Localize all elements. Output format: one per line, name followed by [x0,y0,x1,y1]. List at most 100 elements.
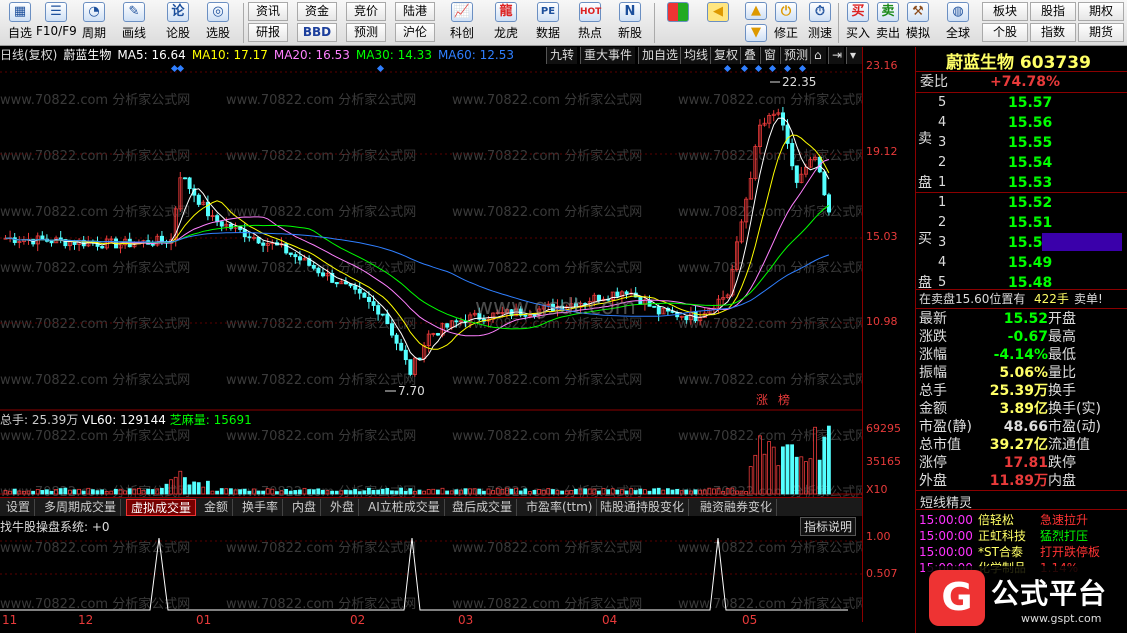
ma10-label: MA10: 17.17 [191,48,268,62]
tab-outer[interactable]: 外盘 [326,499,360,516]
options-button[interactable]: 期权 [1078,2,1124,21]
back-button[interactable]: ◀ [700,2,736,44]
hk-connect-button[interactable]: 陆港 [395,2,435,21]
ask-row[interactable]: 3 15.55 [916,134,1124,152]
stat-label: 最新 [919,311,947,327]
stat-right-label: 跌停 [1048,455,1076,471]
tab-nine-turn[interactable]: 九转 [546,47,578,64]
stock-button[interactable]: 个股 [982,23,1028,42]
candle-body [297,256,302,261]
news-button[interactable]: 资讯 [248,2,288,21]
event-diamond[interactable] [768,64,777,73]
tab-settings[interactable]: 设置 [2,499,36,516]
ask-row[interactable]: 4 15.56 [916,114,1124,132]
tab-after-hours-volume[interactable]: 盘后成交量 [448,499,518,516]
volume-bar [187,484,192,495]
hot-topics-button[interactable]: HOT 热点 [570,2,610,44]
stock-picker-button[interactable]: ◎ 选股 [200,2,236,44]
index-futures-button[interactable]: 股指 [1030,2,1076,21]
volume-bar [146,488,151,495]
index-button[interactable]: 指数 [1030,23,1076,42]
ask-row[interactable]: 5 15.57 [916,94,1124,112]
bid-price: 15.51 [1008,215,1053,231]
stat-row: 外盘 11.89万 内盘 [916,472,1124,490]
auction-button[interactable]: 竞价 [346,2,386,21]
ask-row[interactable]: 1 15.53 [916,174,1124,192]
fix-button[interactable]: ⏻ 修正 [768,2,804,44]
ask-row[interactable]: 2 15.54 [916,154,1124,172]
new-stock-button[interactable]: N 新股 [610,2,650,44]
forum-button[interactable]: 论论股 [160,2,196,44]
draw-line-button[interactable]: ✎ 画线 [116,2,152,44]
capital-button[interactable]: 资金 [297,2,337,21]
speed-test-button[interactable]: ⏱ 测速 [802,2,838,44]
global-button[interactable]: ◍ 全球 [938,2,978,44]
volume-bar [242,488,247,495]
tab-hk-holding[interactable]: 陆股通持股变化 [596,499,690,516]
stat-label: 振幅 [919,365,947,381]
candle-body [394,334,399,344]
event-diamond[interactable] [723,64,732,73]
tiles-button[interactable] [660,2,696,44]
event-diamond[interactable] [783,64,792,73]
bid-row[interactable]: 1 15.52 [916,194,1124,212]
volume-bar [348,490,353,495]
dragon-tiger-button[interactable]: 龍龙虎 [486,2,526,44]
tab-turnover[interactable]: 换手率 [238,499,284,516]
tab-ai-volume[interactable]: AI立桩成交量 [364,499,445,516]
document-icon: ☰ [45,2,67,22]
research-button[interactable]: 研报 [248,23,288,42]
bbd-button[interactable]: BBD [297,23,337,42]
event-diamond[interactable] [740,64,749,73]
stat-value: 39.27亿 [989,437,1048,453]
tab-virtual-volume[interactable]: 虚拟成交量 [126,499,197,516]
tab-moving-average[interactable]: 均线 [680,47,712,64]
indicator-help-button[interactable]: 指标说明 [800,517,857,536]
event-diamond[interactable] [754,64,763,73]
event-diamond[interactable] [176,64,185,73]
sh-london-button[interactable]: 沪伦 [395,23,435,42]
volume-bar [58,488,63,495]
forecast-button[interactable]: 预测 [346,23,386,42]
event-diamond[interactable] [798,64,807,73]
lock-icon[interactable]: ⌂ [810,47,826,64]
futures-button[interactable]: 期货 [1078,23,1124,42]
panel-toggle-icon[interactable]: ⇥ [828,47,844,64]
star-market-button[interactable]: 📈 科创 [442,2,482,44]
candle-body [316,267,321,274]
period-button[interactable]: ◔ 周期 [76,2,112,44]
watermark-text: www.70822.com 分析家公式网 [678,260,862,276]
volume-bar [481,490,486,495]
price-axis: 23.16 19.12 15.03 10.98 69295 35165 X10 … [862,47,914,622]
stat-label: 涨跌 [919,329,947,345]
sector-button[interactable]: 板块 [982,2,1028,21]
tab-inner[interactable]: 内盘 [288,499,322,516]
volume-bar [827,425,831,495]
volume-bar [316,488,321,495]
tab-adjust[interactable]: 复权 [710,47,742,64]
tab-add-watchlist[interactable]: 加自选 [638,47,682,64]
volume-bar [63,487,68,495]
tab-major-events[interactable]: 重大事件 [580,47,636,64]
simulate-button[interactable]: ⚒ 模拟 [900,2,936,44]
watchlist-button[interactable]: ▦ 自选 [2,2,38,44]
volume-bar [343,489,348,495]
bid-row[interactable]: 4 15.49 [916,254,1124,272]
f10-button[interactable]: ☰ F10/F9 [36,2,77,44]
dropdown-icon[interactable]: ▾ [846,47,862,64]
event-diamond[interactable] [376,64,385,73]
tab-amount[interactable]: 金额 [200,499,234,516]
volume-bar [606,489,610,495]
tab-pe-ttm[interactable]: 市盈率(ttm) [522,499,598,516]
tab-window[interactable]: 窗 [760,47,780,64]
volume-header: 总手: 25.39万 VL60: 129144 芝麻量: 15691 [0,411,252,428]
tab-forecast[interactable]: 预测 [780,47,812,64]
tab-overlay[interactable]: 叠 [740,47,760,64]
bid-row[interactable]: 2 15.51 [916,214,1124,232]
tab-margin[interactable]: 融资融券变化 [696,499,778,516]
kline-chart[interactable]: www.70822.com 分析家公式网 www.70822.com 分析家公式网… [0,64,862,633]
data-button[interactable]: PE 数据 [528,2,568,44]
tab-multi-period-volume[interactable]: 多周期成交量 [40,499,122,516]
volume-bar [417,489,422,495]
volume-bar [551,489,555,495]
